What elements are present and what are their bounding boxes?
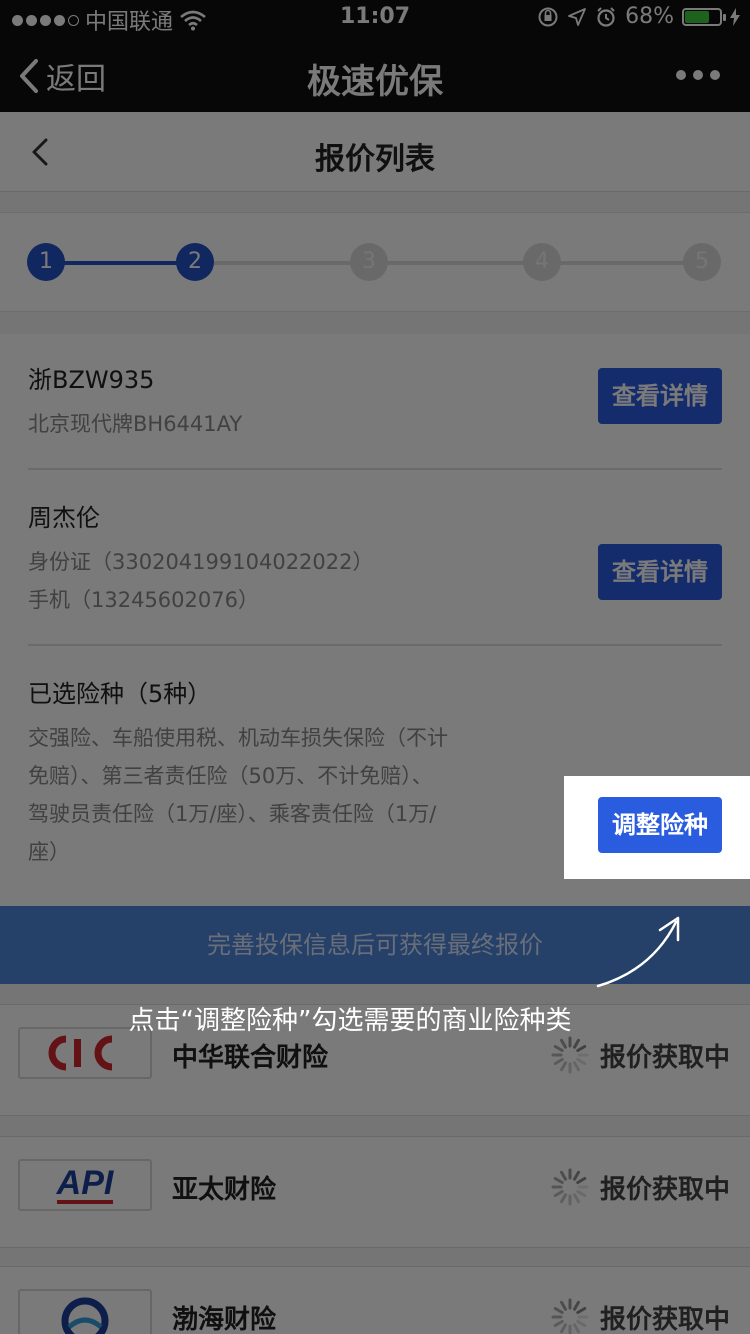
status-right: 68% (537, 4, 740, 29)
insurer-name: 亚太财险 (172, 1175, 277, 1205)
api-logo-icon: API (18, 1159, 152, 1211)
step-line-done (46, 261, 194, 265)
loading-spinner-icon (551, 1298, 589, 1334)
bohai-logo-icon (18, 1289, 152, 1334)
loading-spinner-icon (551, 1036, 589, 1074)
guide-hint-text: 点击“调整险种”勾选需要的商业险种类 (128, 1006, 572, 1036)
quote-status-label: 报价获取中 (599, 1304, 730, 1334)
api-logo-text: API (56, 1164, 114, 1204)
app-screen: 中国联通 11:07 68% 返回 极速优保 报价列表 1 2 3 4 5 浙B… (0, 0, 750, 1334)
loading-spinner-icon (551, 1168, 589, 1206)
divider (28, 644, 722, 646)
nav-bar: 返回 极速优保 (0, 36, 750, 112)
battery-icon (682, 7, 726, 26)
insurer-name: 渤海财险 (172, 1305, 277, 1334)
insurer-row[interactable]: API 亚太财险 报价获取中 (0, 1136, 750, 1248)
owner-detail-button[interactable]: 查看详情 (598, 544, 722, 600)
quote-status-label: 报价获取中 (599, 1174, 730, 1205)
coverage-section: 已选险种（5种） 交强险、车船使用税、机动车损失保险（不计 免赔）、第三者责任险… (28, 674, 548, 871)
step-line-pending (214, 261, 700, 265)
page-title: 报价列表 (315, 142, 435, 177)
more-menu-icon[interactable] (676, 70, 720, 80)
progress-steps: 1 2 3 4 5 (0, 212, 750, 312)
cic-logo-mark (48, 1035, 113, 1071)
status-bar: 中国联通 11:07 68% (0, 0, 750, 36)
step-5: 5 (683, 243, 721, 281)
quote-status: 报价获取中 (550, 1167, 730, 1207)
battery-percent: 68% (625, 4, 674, 29)
divider (28, 468, 722, 470)
coverage-line: 免赔）、第三者责任险（50万、不计免赔）、 (28, 764, 433, 788)
insurer-row[interactable]: 渤海财险 报价获取中 (0, 1266, 750, 1334)
alarm-icon (597, 6, 615, 27)
coverage-line: 交强险、车船使用税、机动车损失保险（不计 (28, 726, 448, 750)
location-icon (568, 7, 586, 26)
insurer-name: 中华联合财险 (172, 1043, 329, 1073)
step-4: 4 (523, 243, 561, 281)
charging-icon (730, 7, 740, 26)
step-1: 1 (27, 243, 65, 281)
guide-spotlight: 调整险种 (564, 776, 750, 879)
rotation-lock-icon (538, 7, 558, 26)
nav-title: 极速优保 (307, 62, 443, 102)
coverage-line: 座） (28, 840, 70, 864)
adjust-coverage-button[interactable]: 调整险种 (598, 797, 722, 853)
coverage-line: 驾驶员责任险（1万/座）、乘客责任险（1万/ (28, 802, 437, 826)
step-2: 2 (176, 243, 214, 281)
guide-arrow-icon (596, 916, 680, 988)
quote-status-label: 报价获取中 (599, 1042, 730, 1073)
owner-name: 周杰伦 (28, 504, 100, 532)
quote-status: 报价获取中 (550, 1035, 730, 1075)
vehicle-detail-button[interactable]: 查看详情 (598, 368, 722, 424)
step-3: 3 (350, 243, 388, 281)
bohai-logo-mark (61, 1297, 109, 1334)
quote-status: 报价获取中 (550, 1297, 730, 1334)
coverage-title: 已选险种（5种） (28, 680, 212, 708)
page-header: 报价列表 (0, 112, 750, 192)
